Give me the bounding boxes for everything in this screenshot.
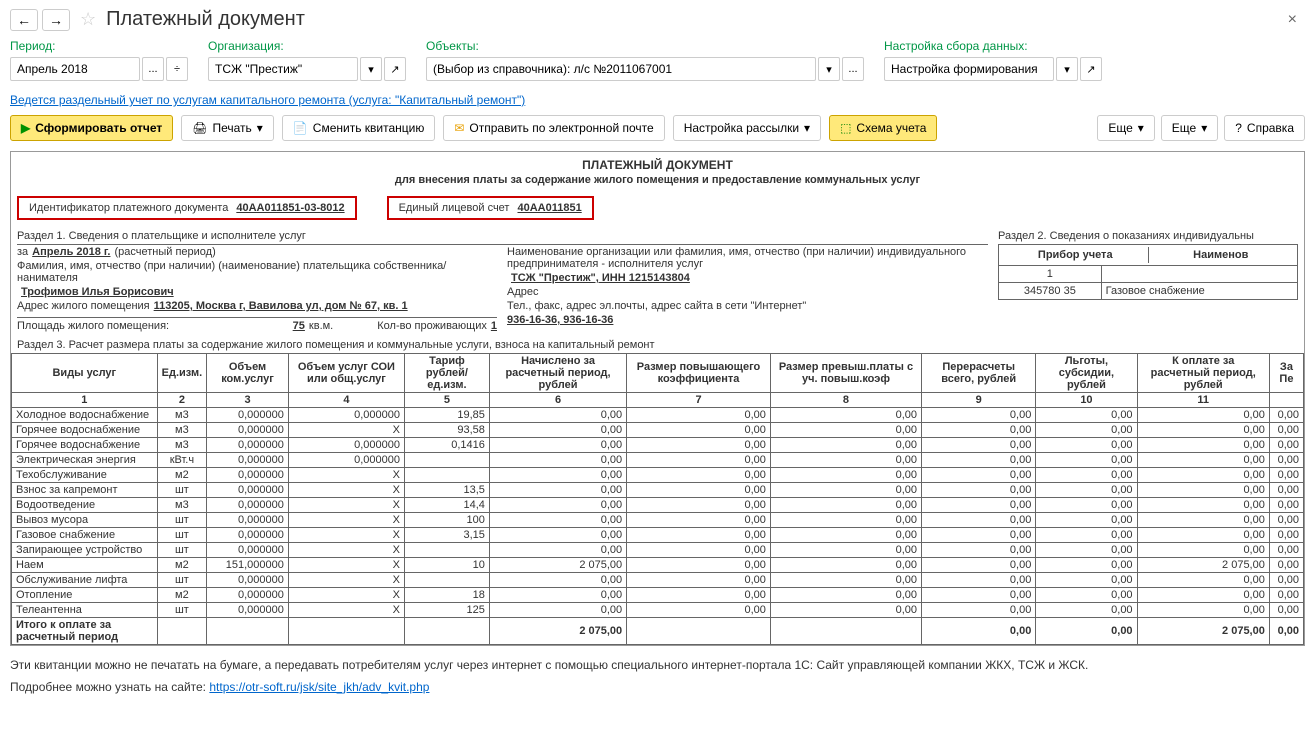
section3-title: Раздел 3. Расчет размера платы за содерж…	[11, 333, 1304, 353]
settings-dropdown-btn[interactable]: ▾	[1056, 57, 1078, 81]
favorite-icon[interactable]: ☆	[80, 9, 96, 30]
totals-row: Итого к оплате за расчетный период2 075,…	[12, 618, 1304, 645]
objects-input[interactable]	[426, 57, 816, 81]
doc-id-box: Идентификатор платежного документа40АА01…	[17, 196, 357, 220]
table-row: Газовое снабжениешт0,000000Х3,150,000,00…	[12, 528, 1304, 543]
table-row: Холодное водоснабжением30,0000000,000000…	[12, 408, 1304, 423]
close-button[interactable]: ×	[1280, 11, 1305, 29]
table-row: Телеантеннашт0,000000Х1250,000,000,000,0…	[12, 603, 1304, 618]
table-row: Горячее водоснабжением30,0000000,0000000…	[12, 438, 1304, 453]
mailing-settings-button[interactable]: Настройка рассылки▾	[673, 115, 821, 141]
footnote-link[interactable]: https://otr-soft.ru/jsk/site_jkh/adv_kvi…	[209, 680, 429, 694]
org-open-btn[interactable]: ↗	[384, 57, 406, 81]
doc-header: ПЛАТЕЖНЫЙ ДОКУМЕНТ	[11, 152, 1304, 174]
period-label: Период:	[10, 39, 188, 53]
period-clear-btn[interactable]: ÷	[166, 57, 188, 81]
print-icon	[192, 121, 207, 135]
back-button[interactable]: ←	[10, 9, 38, 31]
org-input[interactable]	[208, 57, 358, 81]
table-row: Водоотведением30,000000Х14,40,000,000,00…	[12, 498, 1304, 513]
period-select-btn[interactable]: ...	[142, 57, 164, 81]
services-table: Виды услугЕд.изм.Объем ком.услугОбъем ус…	[11, 353, 1304, 645]
generate-report-button[interactable]: ▶Сформировать отчет	[10, 115, 173, 141]
footnote: Эти квитанции можно не печатать на бумаг…	[0, 646, 1315, 678]
doc-subheader: для внесения платы за содержание жилого …	[11, 174, 1304, 192]
section2-title: Раздел 2. Сведения о показаниях индивиду…	[998, 228, 1298, 244]
forward-button[interactable]: →	[42, 9, 70, 31]
table-row: Обслуживание лифташт0,000000Х0,000,000,0…	[12, 573, 1304, 588]
help-icon: ?	[1235, 121, 1242, 135]
period-input[interactable]	[10, 57, 140, 81]
table-row: Отоплением20,000000Х180,000,000,000,000,…	[12, 588, 1304, 603]
settings-label: Настройка сбора данных:	[884, 39, 1102, 53]
objects-dropdown-btn[interactable]: ▾	[818, 57, 840, 81]
table-row: Наемм2151,000000Х102 075,000,000,000,000…	[12, 558, 1304, 573]
send-email-button[interactable]: Отправить по электронной почте	[443, 115, 664, 141]
account-box: Единый лицевой счет40АА011851	[387, 196, 594, 220]
objects-select-btn[interactable]: ...	[842, 57, 864, 81]
cap-repair-link[interactable]: Ведется раздельный учет по услугам капит…	[10, 93, 525, 107]
table-row: Горячее водоснабжением30,000000Х93,580,0…	[12, 423, 1304, 438]
settings-open-btn[interactable]: ↗	[1080, 57, 1102, 81]
document-preview: ПЛАТЕЖНЫЙ ДОКУМЕНТ для внесения платы за…	[10, 151, 1305, 646]
table-row: Электрическая энергиякВт.ч0,0000000,0000…	[12, 453, 1304, 468]
settings-input[interactable]	[884, 57, 1054, 81]
help-button[interactable]: ?Справка	[1224, 115, 1305, 141]
org-dropdown-btn[interactable]: ▾	[360, 57, 382, 81]
org-label: Организация:	[208, 39, 406, 53]
document-icon	[293, 121, 308, 135]
more-button-2[interactable]: Еще▾	[1161, 115, 1218, 141]
print-button[interactable]: Печать▾	[181, 115, 274, 141]
more-button-1[interactable]: Еще▾	[1097, 115, 1154, 141]
section1-title: Раздел 1. Сведения о плательщике и испол…	[17, 228, 988, 244]
scheme-icon: ⬚	[840, 121, 851, 135]
play-icon: ▶	[21, 121, 30, 135]
accounting-scheme-button[interactable]: ⬚Схема учета	[829, 115, 937, 141]
page-title: Платежный документ	[106, 8, 305, 31]
table-row: Вывоз мусорашт0,000000Х1000,000,000,000,…	[12, 513, 1304, 528]
table-row: Взнос за капремонтшт0,000000Х13,50,000,0…	[12, 483, 1304, 498]
table-row: Техобслуживанием20,000000Х0,000,000,000,…	[12, 468, 1304, 483]
mail-icon	[454, 121, 464, 135]
change-receipt-button[interactable]: Сменить квитанцию	[282, 115, 436, 141]
table-row: Запирающее устройствошт0,000000Х0,000,00…	[12, 543, 1304, 558]
objects-label: Объекты:	[426, 39, 864, 53]
